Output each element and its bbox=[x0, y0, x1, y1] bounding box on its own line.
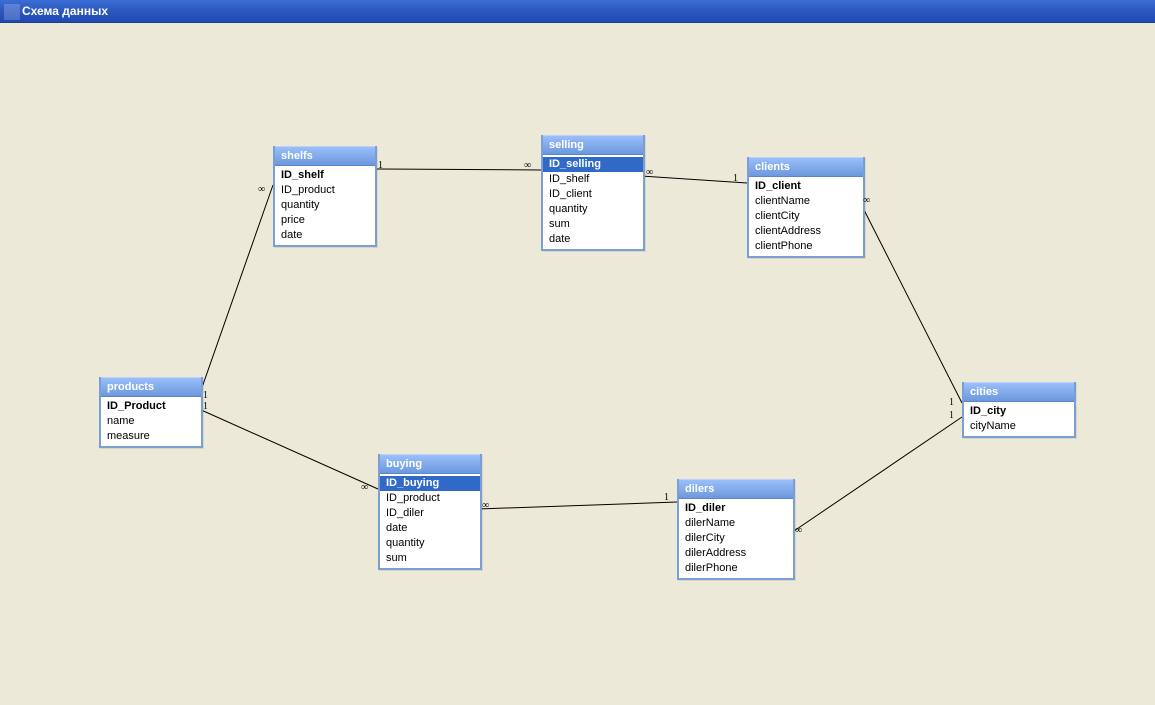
table-field[interactable]: measure bbox=[101, 429, 201, 444]
table-field[interactable]: quantity bbox=[380, 536, 480, 551]
table-field[interactable]: quantity bbox=[543, 202, 643, 217]
table-field[interactable]: quantity bbox=[275, 198, 375, 213]
table-field[interactable]: ID_diler bbox=[380, 506, 480, 521]
table-dilers[interactable]: dilersID_dilerdilerNamedilerCitydilerAdd… bbox=[677, 479, 795, 580]
table-field[interactable]: ID_client bbox=[749, 179, 863, 194]
window-title: Схема данных bbox=[22, 4, 108, 18]
table-field[interactable]: ID_city bbox=[964, 404, 1074, 419]
table-field[interactable]: clientName bbox=[749, 194, 863, 209]
cardinality-many: ∞ bbox=[361, 482, 368, 493]
table-field[interactable]: ID_shelf bbox=[543, 172, 643, 187]
table-field[interactable]: dilerCity bbox=[679, 531, 793, 546]
table-field[interactable]: dilerName bbox=[679, 516, 793, 531]
table-products[interactable]: productsID_Productnamemeasure bbox=[99, 377, 203, 448]
table-body: ID_clientclientNameclientCityclientAddre… bbox=[749, 177, 863, 256]
cardinality-one: 1 bbox=[733, 173, 738, 184]
table-field[interactable]: date bbox=[380, 521, 480, 536]
cardinality-one: 1 bbox=[203, 401, 208, 412]
table-field[interactable]: clientPhone bbox=[749, 239, 863, 254]
table-header[interactable]: products bbox=[101, 377, 201, 397]
relationship-lines bbox=[0, 23, 1155, 705]
cardinality-one: 1 bbox=[203, 390, 208, 401]
diagram-canvas[interactable]: productsID_ProductnamemeasureshelfsID_sh… bbox=[0, 23, 1155, 705]
table-field[interactable]: ID_product bbox=[380, 491, 480, 506]
table-shelfs[interactable]: shelfsID_shelfID_productquantitypricedat… bbox=[273, 146, 377, 247]
table-clients[interactable]: clientsID_clientclientNameclientCityclie… bbox=[747, 157, 865, 258]
table-body: ID_buyingID_productID_dilerdatequantitys… bbox=[380, 474, 480, 568]
table-field[interactable]: clientCity bbox=[749, 209, 863, 224]
system-icon bbox=[4, 4, 20, 20]
table-body: ID_dilerdilerNamedilerCitydilerAddressdi… bbox=[679, 499, 793, 578]
table-body: ID_Productnamemeasure bbox=[101, 397, 201, 446]
table-header[interactable]: clients bbox=[749, 157, 863, 177]
cardinality-one: 1 bbox=[664, 492, 669, 503]
table-field[interactable]: name bbox=[101, 414, 201, 429]
table-field[interactable]: ID_client bbox=[543, 187, 643, 202]
cardinality-one: 1 bbox=[949, 397, 954, 408]
table-selling[interactable]: sellingID_sellingID_shelfID_clientquanti… bbox=[541, 135, 645, 251]
table-field[interactable]: ID_buying bbox=[380, 476, 480, 491]
table-header[interactable]: buying bbox=[380, 454, 480, 474]
table-cities[interactable]: citiesID_citycityName bbox=[962, 382, 1076, 438]
table-field[interactable]: sum bbox=[380, 551, 480, 566]
table-header[interactable]: selling bbox=[543, 135, 643, 155]
table-buying[interactable]: buyingID_buyingID_productID_dilerdatequa… bbox=[378, 454, 482, 570]
cardinality-many: ∞ bbox=[258, 184, 265, 195]
table-header[interactable]: dilers bbox=[679, 479, 793, 499]
table-field[interactable]: date bbox=[543, 232, 643, 247]
table-field[interactable]: ID_Product bbox=[101, 399, 201, 414]
table-field[interactable]: dilerPhone bbox=[679, 561, 793, 576]
cardinality-many: ∞ bbox=[795, 525, 802, 536]
cardinality-many: ∞ bbox=[646, 167, 653, 178]
table-header[interactable]: cities bbox=[964, 382, 1074, 402]
cardinality-one: 1 bbox=[378, 160, 383, 171]
table-field[interactable]: dilerAddress bbox=[679, 546, 793, 561]
table-field[interactable]: date bbox=[275, 228, 375, 243]
cardinality-many: ∞ bbox=[482, 500, 489, 511]
table-body: ID_shelfID_productquantitypricedate bbox=[275, 166, 375, 245]
table-field[interactable]: ID_selling bbox=[543, 157, 643, 172]
table-field[interactable]: price bbox=[275, 213, 375, 228]
table-field[interactable]: cityName bbox=[964, 419, 1074, 434]
cardinality-many: ∞ bbox=[524, 160, 531, 171]
table-field[interactable]: ID_shelf bbox=[275, 168, 375, 183]
table-header[interactable]: shelfs bbox=[275, 146, 375, 166]
table-field[interactable]: clientAddress bbox=[749, 224, 863, 239]
table-field[interactable]: ID_product bbox=[275, 183, 375, 198]
table-body: ID_citycityName bbox=[964, 402, 1074, 436]
window-titlebar[interactable]: Схема данных bbox=[0, 0, 1155, 23]
cardinality-one: 1 bbox=[949, 410, 954, 421]
table-field[interactable]: sum bbox=[543, 217, 643, 232]
table-field[interactable]: ID_diler bbox=[679, 501, 793, 516]
table-body: ID_sellingID_shelfID_clientquantitysumda… bbox=[543, 155, 643, 249]
